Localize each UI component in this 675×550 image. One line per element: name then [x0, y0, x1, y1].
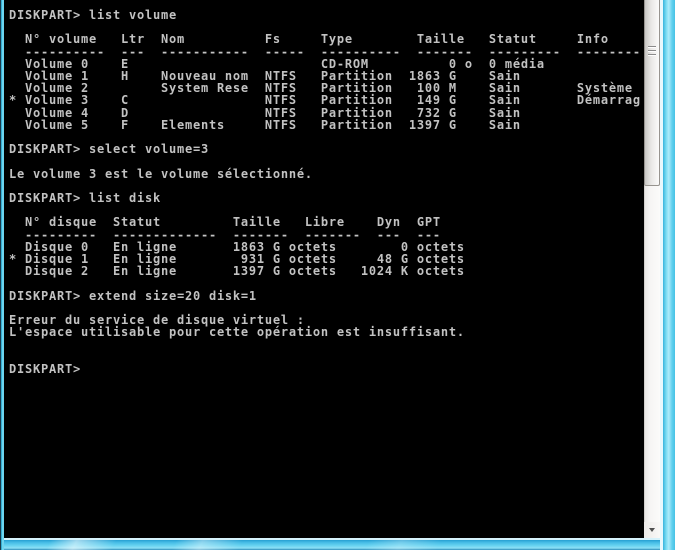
console-screen[interactable]: DISKPART> list volume N° volume Ltr Nom …	[4, 0, 644, 538]
console-text: DISKPART> list volume N° volume Ltr Nom …	[4, 0, 644, 375]
scrollbar-down-button[interactable]	[644, 522, 660, 538]
window-border-bottom	[4, 538, 663, 550]
vertical-scrollbar[interactable]	[644, 0, 660, 538]
scrollbar-thumb[interactable]	[644, 0, 660, 186]
console-client: DISKPART> list volume N° volume Ltr Nom …	[4, 0, 660, 538]
console-window: DISKPART> list volume N° volume Ltr Nom …	[0, 0, 675, 550]
scrollbar-grip-icon	[648, 46, 656, 56]
window-border-left	[0, 0, 4, 550]
chevron-down-icon	[649, 528, 655, 532]
window-border-right	[660, 0, 675, 550]
